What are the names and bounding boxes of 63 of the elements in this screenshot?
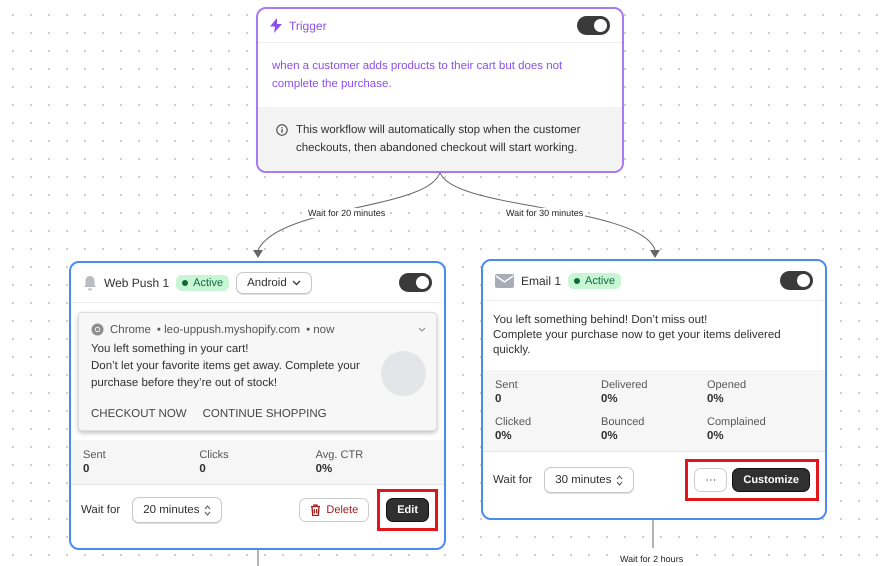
stat-value: 0%: [707, 430, 725, 442]
notification-time: • now: [306, 324, 334, 336]
toggle-switch[interactable]: [399, 273, 432, 292]
stat-label: Bounced: [601, 416, 646, 428]
envelope-icon: [495, 274, 514, 288]
stat-label: Avg. CTR: [316, 449, 364, 461]
email-message: Complete your purchase now to get your items delivered quickly.: [493, 328, 782, 358]
node-title: Trigger: [289, 18, 327, 32]
stat-label: Sent: [83, 449, 107, 461]
stat-value: 0%: [316, 463, 334, 475]
stat-label: Clicked: [495, 416, 532, 428]
up-down-icon: [616, 474, 624, 486]
browser-icon: [91, 323, 104, 336]
stat-label: Sent: [495, 379, 519, 391]
stat-value: 0%: [707, 393, 725, 405]
node-title: Web Push 1: [104, 276, 170, 290]
stat-value: 0%: [601, 430, 619, 442]
more-button[interactable]: ···: [694, 468, 728, 492]
browser-name: Chrome: [110, 324, 151, 336]
email-message: You left something behind! Don’t miss out!: [493, 313, 708, 328]
site-address: • leo-uppush.myshopify.com: [156, 324, 300, 336]
wait-select[interactable]: 20 minutes: [132, 497, 222, 523]
stat-value: 0%: [601, 393, 619, 405]
node-title: Email 1: [521, 274, 562, 288]
trigger-node[interactable]: Trigger when a customer adds products to their cart but does not complete the purchase. This workflow will automatically stop when the customer checkouts, then abandoned checkout will start working.: [256, 7, 624, 173]
lightning-icon: [270, 18, 282, 33]
trash-icon: [310, 504, 322, 516]
platform-dropdown[interactable]: Android: [236, 272, 312, 294]
toggle-switch[interactable]: [780, 271, 813, 290]
notification-action[interactable]: CONTINUE SHOPPING: [202, 408, 327, 420]
notification-heading: You left something in your cart!: [91, 342, 250, 357]
edge-label: Wait for 30 minutes: [504, 208, 586, 218]
status-badge: Active: [568, 272, 621, 288]
email-node[interactable]: [481, 259, 827, 520]
connector-line: [652, 518, 654, 548]
up-down-icon: [204, 504, 212, 516]
stat-value: 0: [83, 463, 90, 475]
info-note: This workflow will automatically stop when the customer checkouts, then abandoned checkout will start working.: [296, 123, 582, 156]
edge-label: Wait for 20 minutes: [306, 208, 388, 218]
chevron-down-icon: [418, 327, 426, 332]
bell-icon: [83, 274, 97, 290]
wait-label: Wait for: [81, 504, 120, 516]
wait-label: Wait for: [493, 474, 532, 486]
stat-label: Delivered: [601, 379, 648, 391]
trigger-description: when a customer adds products to their cart but does not complete the purchase.: [271, 59, 564, 92]
toggle-switch[interactable]: [577, 16, 610, 35]
notification-body: Don’t let your favorite items get away. Complete your purchase before they’re out of stock!: [91, 359, 361, 391]
edge-label: Wait for 2 hours: [618, 554, 686, 564]
stat-label: Clicks: [199, 449, 230, 461]
notification-action[interactable]: CHECKOUT NOW: [91, 408, 187, 420]
stat-value: 0: [199, 463, 207, 475]
chevron-down-icon: [292, 280, 301, 286]
info-icon: [276, 124, 288, 136]
stat-label: Complained: [707, 416, 767, 428]
stat-value: 0: [495, 393, 502, 405]
stat-label: Opened: [707, 379, 748, 391]
stat-value: 0%: [495, 430, 513, 442]
status-badge: Active: [176, 274, 230, 290]
wait-select[interactable]: 30 minutes: [544, 467, 634, 493]
primary-button[interactable]: Edit: [386, 498, 429, 522]
primary-button[interactable]: Customize: [732, 468, 810, 492]
web-push-node[interactable]: [69, 261, 446, 550]
delete-button[interactable]: Delete: [299, 498, 370, 522]
